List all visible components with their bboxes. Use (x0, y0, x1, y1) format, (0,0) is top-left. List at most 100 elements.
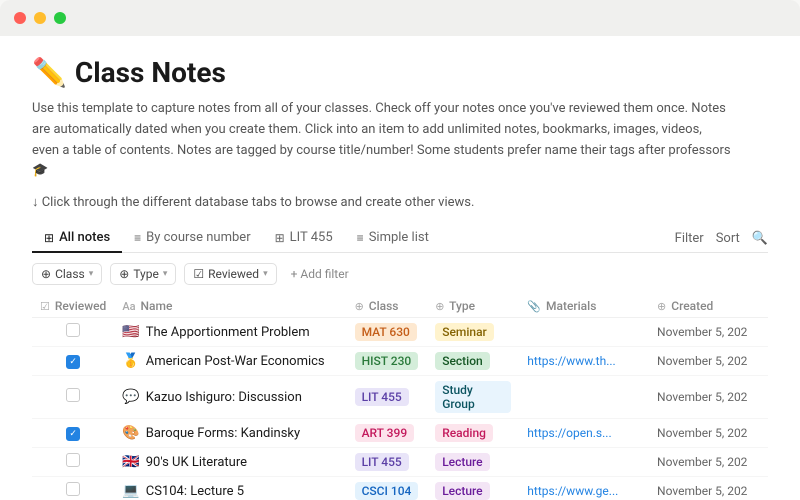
toolbar-right: Filter Sort 🔍 (675, 231, 768, 246)
name-header-icon: Aa (122, 300, 135, 313)
class-tag: LIT 455 (355, 453, 409, 471)
reviewed-checkbox[interactable] (66, 453, 80, 467)
type-cell: Reading (427, 419, 519, 448)
class-cell: LIT 455 (347, 448, 428, 477)
materials-link[interactable]: https://www.th... (527, 354, 615, 368)
type-filter[interactable]: ⊕ Type ▾ (110, 263, 176, 285)
reviewed-checkbox[interactable] (66, 427, 80, 441)
row-emoji: 🇺🇸 (122, 324, 139, 340)
row-name: CS104: Lecture 5 (146, 484, 244, 499)
row-emoji: 💬 (122, 389, 139, 405)
name-cell[interactable]: 🥇American Post-War Economics (114, 347, 346, 376)
reviewed-cell (32, 347, 114, 376)
materials-cell: https://open.s... (519, 419, 649, 448)
class-cell: HIST 230 (347, 347, 428, 376)
table-row[interactable]: 💬Kazuo Ishiguro: Discussion LIT 455 Study … (32, 376, 768, 419)
reviewed-checkbox[interactable] (66, 355, 80, 369)
main-content: ✏️ Class Notes Use this template to capt… (0, 36, 800, 500)
type-tag: Lecture (435, 453, 489, 471)
minimize-button[interactable] (34, 12, 46, 24)
created-cell: November 5, 202 (649, 419, 768, 448)
reviewed-filter-caret: ▾ (263, 269, 268, 279)
type-cell: Seminar (427, 318, 519, 347)
type-cell: Study Group (427, 376, 519, 419)
class-tag: CSCI 104 (355, 482, 419, 500)
class-header-icon: ⊕ (355, 300, 364, 313)
type-filter-caret: ▾ (163, 269, 168, 279)
reviewed-checkbox[interactable] (66, 323, 80, 337)
page-title: Class Notes (75, 56, 226, 89)
type-tag: Seminar (435, 323, 494, 341)
table-row[interactable]: 💻 CS104: Lecture 5 CSCI 104 Lecture https://… (32, 477, 768, 500)
reviewed-cell (32, 376, 114, 419)
type-header-icon: ⊕ (435, 300, 444, 313)
created-cell: November 5, 202 (649, 376, 768, 419)
name-cell[interactable]: 🇺🇸The Apportionment Problem (114, 318, 346, 347)
materials-cell: https://www.ge... (519, 477, 649, 500)
th-reviewed: ☑ Reviewed (32, 295, 114, 318)
notes-table: ☑ Reviewed Aa Name ⊕ Class ⊕ Type 📎 M (32, 295, 768, 500)
created-cell: November 5, 202 (649, 477, 768, 500)
name-cell[interactable]: 💻 CS104: Lecture 5 (114, 477, 346, 500)
th-name: Aa Name (114, 295, 346, 318)
table-row[interactable]: 🥇American Post-War Economics HIST 230 Sect… (32, 347, 768, 376)
page-title-container: ✏️ Class Notes (32, 56, 768, 89)
row-emoji: 💻 (122, 483, 139, 499)
name-cell[interactable]: 💬Kazuo Ishiguro: Discussion (114, 376, 346, 419)
add-filter-button[interactable]: + Add filter (285, 264, 355, 284)
class-cell: LIT 455 (347, 376, 428, 419)
class-tag: HIST 230 (355, 352, 419, 370)
tab-all-notes-icon: ⊞ (44, 231, 54, 245)
class-tag: LIT 455 (355, 388, 409, 406)
th-materials: 📎 Materials (519, 295, 649, 318)
created-cell: November 5, 202 (649, 318, 768, 347)
created-cell: November 5, 202 (649, 448, 768, 477)
titlebar (0, 0, 800, 36)
table-row[interactable]: 🇬🇧90's UK Literature LIT 455 Lecture Novemb… (32, 448, 768, 477)
search-icon[interactable]: 🔍 (752, 231, 768, 246)
materials-link[interactable]: https://www.ge... (527, 484, 618, 498)
materials-cell (519, 318, 649, 347)
type-tag: Study Group (435, 381, 511, 413)
class-filter-icon: ⊕ (41, 267, 51, 281)
filters-bar: ⊕ Class ▾ ⊕ Type ▾ ☑ Reviewed ▾ + Add fi… (32, 263, 768, 285)
page-description: Use this template to capture notes from … (32, 99, 732, 182)
th-class: ⊕ Class (347, 295, 428, 318)
created-header-icon: ⊕ (657, 300, 666, 313)
type-tag: Lecture (435, 482, 489, 500)
class-filter[interactable]: ⊕ Class ▾ (32, 263, 102, 285)
tab-all-notes[interactable]: ⊞ All notes (32, 224, 122, 253)
reviewed-cell (32, 448, 114, 477)
materials-cell: https://www.th... (519, 347, 649, 376)
type-cell: Section (427, 347, 519, 376)
materials-cell (519, 448, 649, 477)
table-row[interactable]: 🇺🇸The Apportionment ProblemMAT 630Semina… (32, 318, 768, 347)
tab-by-course-icon: ≡ (134, 231, 141, 245)
row-emoji: 🎨 (122, 425, 139, 441)
tab-lit455[interactable]: ⊞ LIT 455 (263, 224, 345, 253)
th-created: ⊕ Created (649, 295, 768, 318)
type-tag: Reading (435, 424, 493, 442)
reviewed-header-icon: ☑ (40, 300, 50, 313)
type-tag: Section (435, 352, 490, 370)
class-cell: CSCI 104 (347, 477, 428, 500)
tabs-bar: ⊞ All notes ≡ By course number ⊞ LIT 455… (32, 224, 768, 253)
reviewed-checkbox[interactable] (66, 388, 80, 402)
name-cell[interactable]: 🇬🇧90's UK Literature (114, 448, 346, 477)
materials-link[interactable]: https://open.s... (527, 426, 611, 440)
filter-button[interactable]: Filter (675, 231, 704, 246)
row-emoji: 🥇 (122, 353, 139, 369)
name-cell[interactable]: 🎨Baroque Forms: Kandinsky (114, 419, 346, 448)
table-row[interactable]: 🎨Baroque Forms: Kandinsky ART 399 Reading h… (32, 419, 768, 448)
tab-by-course[interactable]: ≡ By course number (122, 224, 262, 253)
close-button[interactable] (14, 12, 26, 24)
reviewed-filter-icon: ☑ (193, 267, 204, 281)
tab-simple-list[interactable]: ≡ Simple list (345, 224, 441, 253)
reviewed-checkbox[interactable] (66, 482, 80, 496)
row-name: 90's UK Literature (146, 455, 247, 470)
maximize-button[interactable] (54, 12, 66, 24)
table-header-row: ☑ Reviewed Aa Name ⊕ Class ⊕ Type 📎 M (32, 295, 768, 318)
reviewed-filter[interactable]: ☑ Reviewed ▾ (184, 263, 276, 285)
sort-button[interactable]: Sort (716, 231, 740, 246)
class-tag: ART 399 (355, 424, 415, 442)
